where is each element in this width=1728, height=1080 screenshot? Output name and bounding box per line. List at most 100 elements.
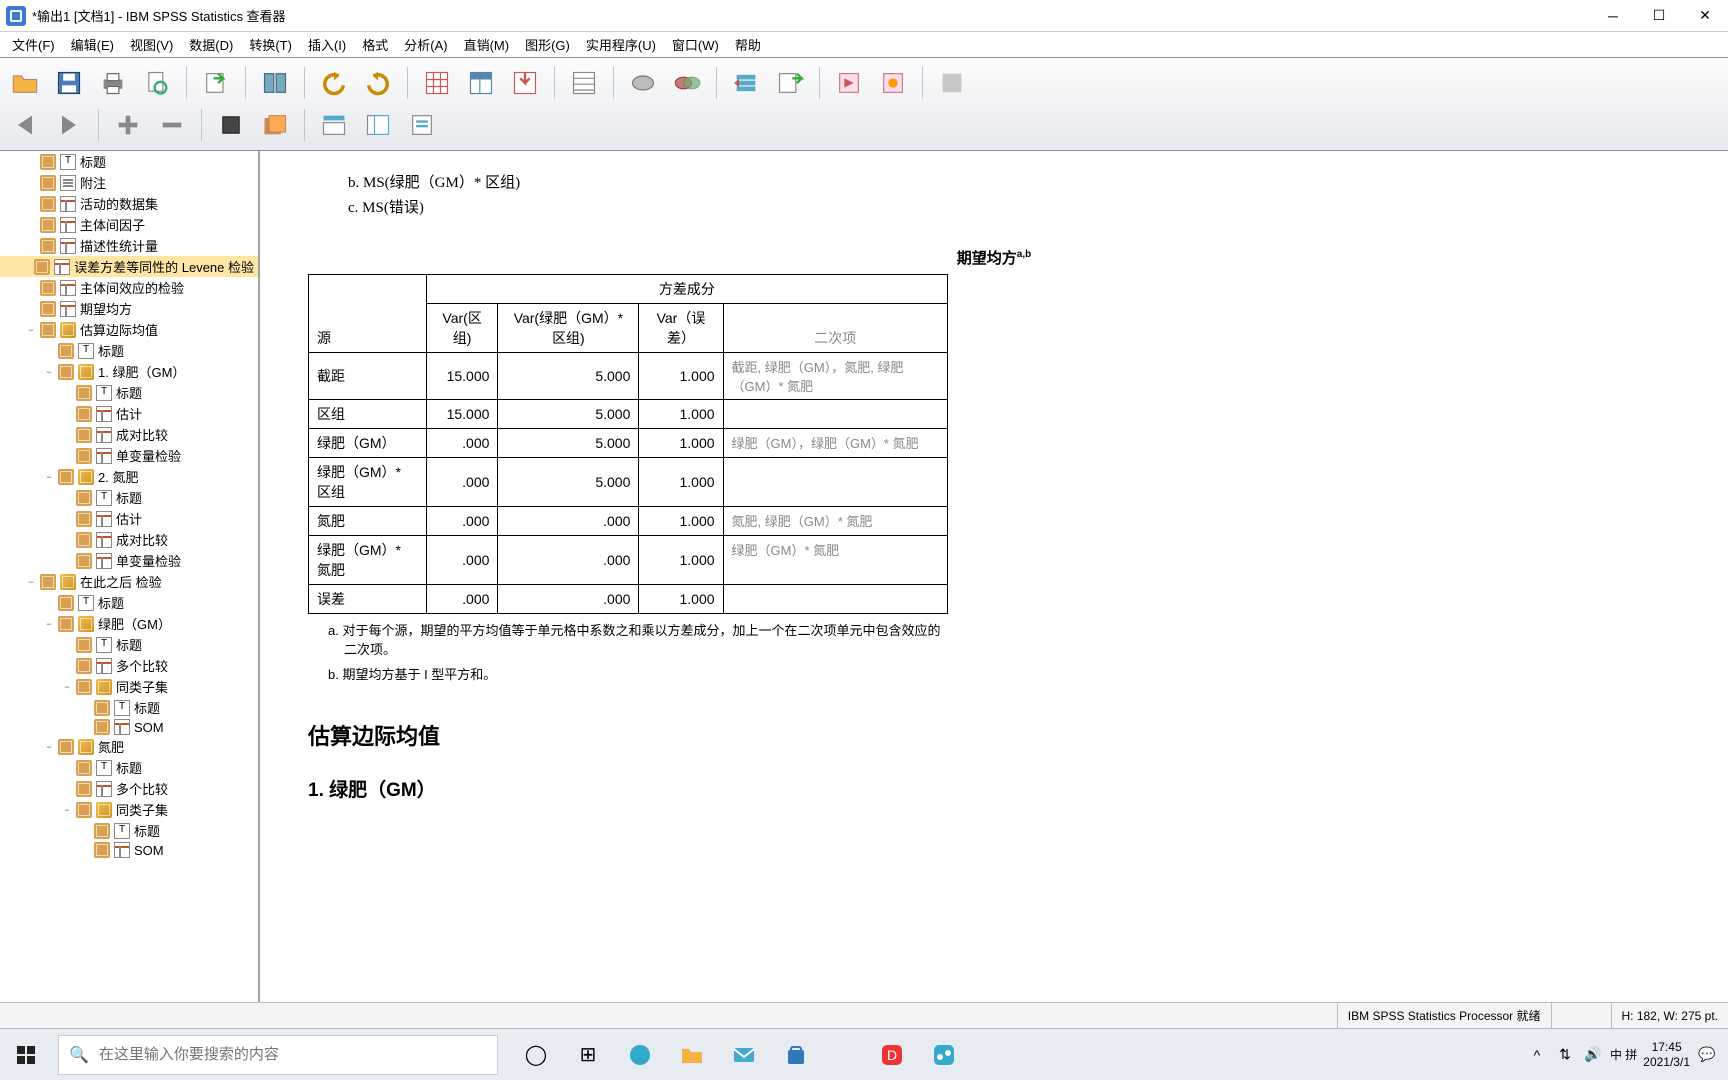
menu-utilities[interactable]: 实用程序(U): [578, 33, 664, 56]
outline-item[interactable]: 标题: [0, 382, 258, 403]
outline-item[interactable]: −在此之后 检验: [0, 571, 258, 592]
menu-data[interactable]: 数据(D): [181, 33, 241, 56]
explorer-icon[interactable]: [668, 1031, 716, 1079]
tree-toggle-icon[interactable]: −: [26, 325, 36, 335]
outline-item[interactable]: SOM: [0, 718, 258, 736]
tray-network-icon[interactable]: ⇅: [1554, 1044, 1576, 1066]
insert-heading-button[interactable]: [315, 106, 353, 144]
redo-button[interactable]: [359, 64, 397, 102]
minimize-button[interactable]: ─: [1590, 0, 1636, 31]
search-input[interactable]: [99, 1046, 487, 1063]
outline-item[interactable]: 主体间因子: [0, 214, 258, 235]
outline-item[interactable]: 单变量检验: [0, 445, 258, 466]
insert-text-button[interactable]: [403, 106, 441, 144]
hide-button[interactable]: [256, 106, 294, 144]
tray-ime-label[interactable]: 中 拼: [1610, 1044, 1637, 1066]
menu-format[interactable]: 格式: [354, 33, 396, 56]
menu-edit[interactable]: 编辑(E): [63, 33, 122, 56]
tree-toggle-icon[interactable]: −: [62, 805, 72, 815]
outline-item[interactable]: 附注: [0, 172, 258, 193]
outline-item[interactable]: 期望均方: [0, 298, 258, 319]
menu-file[interactable]: 文件(F): [4, 33, 63, 56]
outline-item[interactable]: 描述性统计量: [0, 235, 258, 256]
outline-item[interactable]: 多个比较: [0, 778, 258, 799]
outline-item[interactable]: 活动的数据集: [0, 193, 258, 214]
tree-toggle-icon[interactable]: −: [26, 577, 36, 587]
value-labels-button[interactable]: [668, 64, 706, 102]
menu-analyze[interactable]: 分析(A): [396, 33, 455, 56]
outline-item[interactable]: 标题: [0, 487, 258, 508]
outline-item[interactable]: 标题: [0, 634, 258, 655]
tree-toggle-icon[interactable]: −: [62, 682, 72, 692]
outline-item[interactable]: 标题: [0, 757, 258, 778]
outline-item[interactable]: −同类子集: [0, 676, 258, 697]
menu-view[interactable]: 视图(V): [122, 33, 181, 56]
collapse-button[interactable]: [153, 106, 191, 144]
maximize-button[interactable]: ☐: [1636, 0, 1682, 31]
goto-variable-button[interactable]: [462, 64, 500, 102]
save-button[interactable]: [50, 64, 88, 102]
outline-item[interactable]: 估计: [0, 403, 258, 424]
app-icon-2[interactable]: [920, 1031, 968, 1079]
show-all-button[interactable]: [771, 64, 809, 102]
expand-button[interactable]: [109, 106, 147, 144]
export-button[interactable]: [197, 64, 235, 102]
designate-window-button[interactable]: [874, 64, 912, 102]
tree-toggle-icon[interactable]: −: [44, 472, 54, 482]
outline-item[interactable]: 多个比较: [0, 655, 258, 676]
variables-button[interactable]: [565, 64, 603, 102]
tree-toggle-icon[interactable]: −: [44, 619, 54, 629]
mail-icon[interactable]: [720, 1031, 768, 1079]
open-button[interactable]: [6, 64, 44, 102]
undo-button[interactable]: [315, 64, 353, 102]
outline-item[interactable]: −同类子集: [0, 799, 258, 820]
outline-item[interactable]: −估算边际均值: [0, 319, 258, 340]
tray-notifications-icon[interactable]: 💬: [1696, 1044, 1718, 1066]
goto-data-button[interactable]: [418, 64, 456, 102]
print-button[interactable]: [94, 64, 132, 102]
app-icon-1[interactable]: D: [868, 1031, 916, 1079]
goto-case-button[interactable]: [506, 64, 544, 102]
outline-item[interactable]: 误差方差等同性的 Levene 检验: [0, 256, 258, 277]
outline-item[interactable]: −绿肥（GM）: [0, 613, 258, 634]
cortana-icon[interactable]: ⊞: [564, 1031, 612, 1079]
select-cases-button[interactable]: [624, 64, 662, 102]
tray-clock[interactable]: 17:45 2021/3/1: [1643, 1040, 1690, 1069]
outline-pane[interactable]: 标题附注活动的数据集主体间因子描述性统计量误差方差等同性的 Levene 检验主…: [0, 151, 260, 1002]
taskbar-search[interactable]: 🔍: [58, 1035, 498, 1075]
insert-title-button[interactable]: [359, 106, 397, 144]
dim-button[interactable]: [933, 64, 971, 102]
run-script-button[interactable]: [830, 64, 868, 102]
outline-item[interactable]: SOM: [0, 841, 258, 859]
close-button[interactable]: ✕: [1682, 0, 1728, 31]
outline-item[interactable]: 标题: [0, 151, 258, 172]
outline-item[interactable]: 成对比较: [0, 529, 258, 550]
menu-graphs[interactable]: 图形(G): [517, 33, 578, 56]
outline-item[interactable]: −氮肥: [0, 736, 258, 757]
edge-icon[interactable]: [616, 1031, 664, 1079]
outline-item[interactable]: −1. 绿肥（GM）: [0, 361, 258, 382]
taskview-icon[interactable]: ◯: [512, 1031, 560, 1079]
outline-item[interactable]: 估计: [0, 508, 258, 529]
menu-transform[interactable]: 转换(T): [241, 33, 300, 56]
outline-item[interactable]: 标题: [0, 697, 258, 718]
output-content-pane[interactable]: b. MS(绿肥（GM）* 区组) c. MS(错误) 期望均方a,b 源 方差…: [260, 151, 1728, 1002]
start-button[interactable]: [0, 1029, 52, 1080]
outline-item[interactable]: 成对比较: [0, 424, 258, 445]
nav-forward-button[interactable]: [50, 106, 88, 144]
store-icon[interactable]: [772, 1031, 820, 1079]
tray-chevron-up-icon[interactable]: ^: [1526, 1044, 1548, 1066]
tree-toggle-icon[interactable]: −: [44, 742, 54, 752]
menu-direct[interactable]: 直销(M): [456, 33, 518, 56]
nav-back-button[interactable]: [6, 106, 44, 144]
outline-item[interactable]: 标题: [0, 820, 258, 841]
outline-item[interactable]: 标题: [0, 340, 258, 361]
outline-item[interactable]: 单变量检验: [0, 550, 258, 571]
show-button[interactable]: [212, 106, 250, 144]
menu-window[interactable]: 窗口(W): [664, 33, 727, 56]
outline-item[interactable]: −2. 氮肥: [0, 466, 258, 487]
outline-item[interactable]: 标题: [0, 592, 258, 613]
menu-insert[interactable]: 插入(I): [300, 33, 354, 56]
outline-item[interactable]: 主体间效应的检验: [0, 277, 258, 298]
tray-volume-icon[interactable]: 🔊: [1582, 1044, 1604, 1066]
